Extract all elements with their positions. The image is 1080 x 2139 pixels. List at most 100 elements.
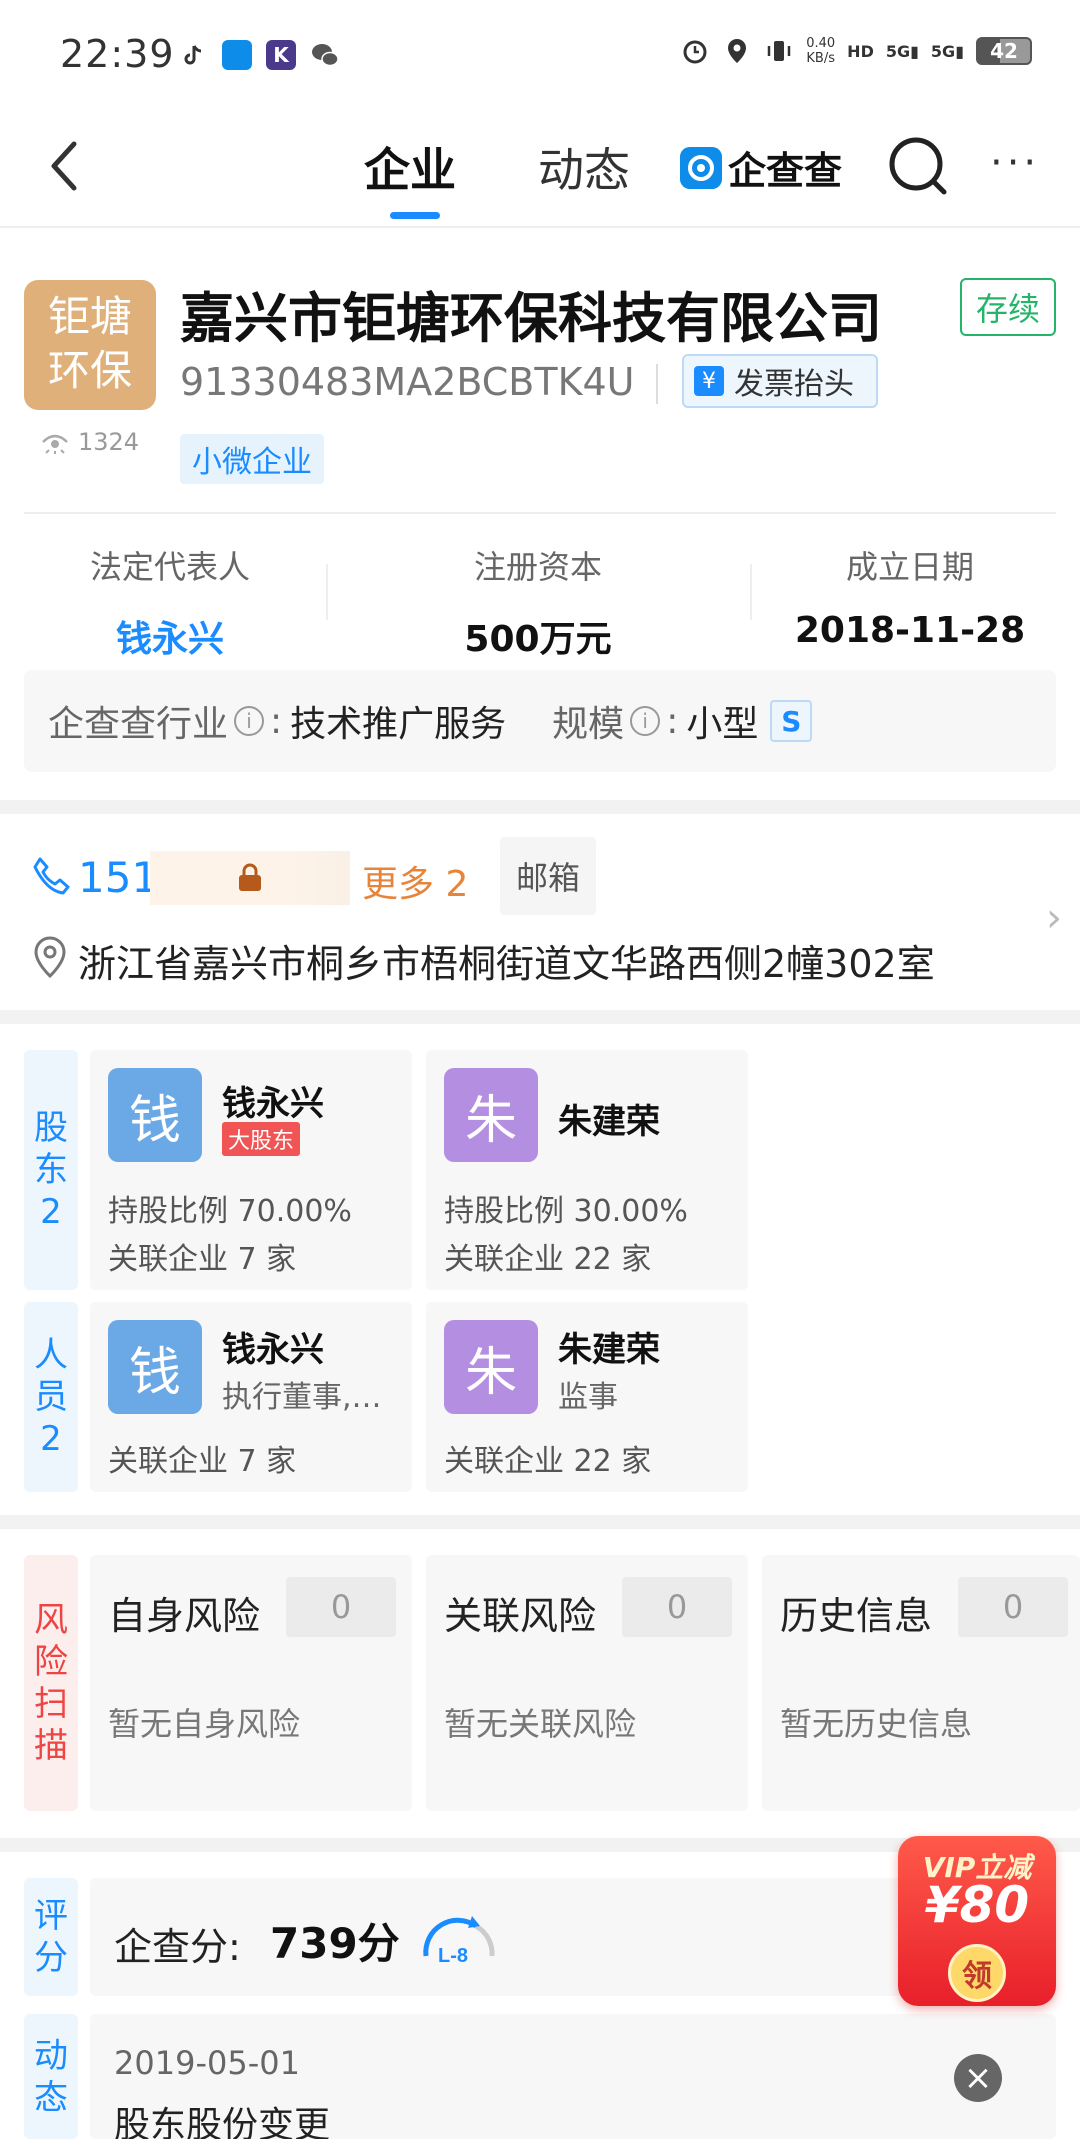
lock-icon [239,863,261,891]
personnel-card[interactable]: 钱 钱永兴 执行董事,… 关联企业 7 家 [90,1302,412,1492]
risk-card-self[interactable]: 自身风险 0 暂无自身风险 [90,1555,412,1811]
info-icon[interactable]: i [234,706,265,736]
personnel-card[interactable]: 朱 朱建荣 监事 关联企业 22 家 [426,1302,748,1492]
back-arrow-icon[interactable] [44,136,84,196]
person-name[interactable]: 钱永兴 [222,1076,324,1125]
related-companies[interactable]: 关联企业 7 家 [108,1234,296,1278]
phone-icon [33,857,70,895]
signal-2-icon: 5G▮ [930,41,964,61]
invoice-label: 发票抬头 [734,367,854,402]
person-name[interactable]: 朱建荣 [558,1094,660,1143]
legal-rep-block[interactable]: 法定代表人 钱永兴 [20,542,320,662]
chevron-right-icon[interactable]: › [1046,895,1062,941]
shareholder-card[interactable]: 朱 朱建荣 持股比例 30.00% 关联企业 22 家 [426,1050,748,1290]
risk-scan-label[interactable]: 风险扫描 [24,1555,78,1811]
tab-updates[interactable]: 动态 [538,134,630,200]
more-phones-link[interactable]: 更多 2 [362,855,468,907]
vip-discount-banner[interactable]: VIP立减 ¥80 领 [898,1836,1056,2006]
related-companies[interactable]: 关联企业 22 家 [444,1234,651,1278]
risk-card-history[interactable]: 历史信息 0 暂无历史信息 [762,1555,1080,1811]
active-tab-indicator [390,212,440,219]
tab-company[interactable]: 企业 [364,134,456,200]
brand: 企查查 [680,140,842,195]
founded-value: 2018-11-28 [794,610,1026,651]
risk-card-related[interactable]: 关联风险 0 暂无关联风险 [426,1555,748,1811]
level-gauge-icon: L-8 [423,1916,495,1967]
search-icon[interactable] [886,134,950,198]
system-icons: 0.40 KB/s HD 5G▮ 5G▮ 42 [680,36,1032,66]
yen-icon: ¥ [694,366,724,396]
wechat-icon [312,44,339,67]
risk-count: 0 [622,1577,732,1637]
invoice-button[interactable]: ¥ 发票抬头 [682,354,878,408]
k-app-icon: K [266,40,296,70]
industry-label: 企查查行业 [48,704,229,745]
top-nav: 企业 动态 企查查 ··· [0,110,1080,228]
share-ratio: 持股比例 70.00% [108,1194,352,1229]
view-count: 1324 [40,428,139,456]
major-shareholder-badge: 大股东 [222,1122,301,1156]
risk-count: 0 [958,1577,1068,1637]
industry-bar[interactable]: 企查查行业 i : 技术推广服务 规模 i : 小型 S [24,670,1056,772]
dynamic-label-side: 动态 [24,2014,78,2139]
status-bar: 22:39 K 0.40 KB/s HD 5G▮ 5G▮ 42 [0,0,1080,110]
info-icon[interactable]: i [630,706,661,736]
signal-1-icon: 5G▮ [885,41,919,61]
related-companies[interactable]: 关联企业 7 家 [108,1436,296,1480]
founded-block: 成立日期 2018-11-28 [760,542,1060,651]
address[interactable]: 浙江省嘉兴市桐乡市梧桐街道文华路西侧2幢302室 [78,933,935,988]
avatar: 朱 [444,1320,538,1414]
battery-icon: 42 [976,37,1032,65]
svg-text:L-8: L-8 [438,1945,468,1967]
legal-rep-link[interactable]: 钱永兴 [20,610,320,662]
dynamic-date: 2019-05-01 [114,2044,300,2082]
brand-name: 企查查 [728,149,843,193]
location-pin-icon [34,936,66,979]
contact-section[interactable]: 151 更多 2 邮箱 › 浙江省嘉兴市桐乡市梧桐街道文华路西侧2幢302室 [0,815,1080,1010]
person-name[interactable]: 钱永兴 [222,1322,324,1371]
phone-masked[interactable] [150,851,350,905]
dynamic-row[interactable]: 2019-05-01 股东股份变更 [90,2014,1056,2139]
risk-title: 关联风险 [444,1594,597,1638]
qichacha-logo-icon [680,146,722,189]
close-icon[interactable]: × [954,2054,1002,2102]
risk-title: 历史信息 [780,1594,933,1638]
credit-code[interactable]: 91330483MA2BCBTK4U [180,360,635,404]
avatar: 钱 [108,1320,202,1414]
avatar: 钱 [108,1068,202,1162]
shareholders-label[interactable]: 股东2 [24,1050,78,1290]
views-icon [42,434,68,454]
capital-block: 注册资本 500万元 [388,542,688,662]
shareholder-card[interactable]: 钱 钱永兴 大股东 持股比例 70.00% 关联企业 7 家 [90,1050,412,1290]
section-gap [0,1010,1080,1024]
notification-icons: K [178,40,340,70]
personnel-label[interactable]: 人员2 [24,1302,78,1492]
qichacha-app-icon [222,40,252,70]
company-tag[interactable]: 小微企业 [180,434,324,484]
more-icon[interactable]: ··· [990,140,1040,186]
divider [24,512,1056,514]
email-button[interactable]: 邮箱 [500,837,596,915]
dynamic-text: 股东股份变更 [114,2105,331,2139]
person-role: 监事 [558,1380,618,1415]
divider [750,564,752,620]
person-name[interactable]: 朱建荣 [558,1322,660,1371]
founded-label: 成立日期 [845,548,974,586]
status-time: 22:39 [60,32,175,76]
section-gap [0,800,1080,814]
vibrate-icon [767,41,791,61]
alarm-icon [683,40,707,64]
claim-button[interactable]: 领 [948,1944,1006,2002]
phone-number[interactable]: 151 [78,853,158,902]
vip-amount: ¥80 [924,1876,1030,1934]
related-companies[interactable]: 关联企业 22 家 [444,1436,651,1480]
status-badge: 存续 [960,278,1056,336]
scale-value: 小型 [686,704,759,745]
capital-value: 500万元 [464,619,612,660]
score-label-side: 评分 [24,1878,78,1996]
score-label: 企查分: [114,1925,241,1969]
hd-icon: HD [847,41,874,61]
legal-rep-label: 法定代表人 [89,548,250,586]
divider [656,364,658,404]
score-value: 739分 [270,1919,400,1968]
